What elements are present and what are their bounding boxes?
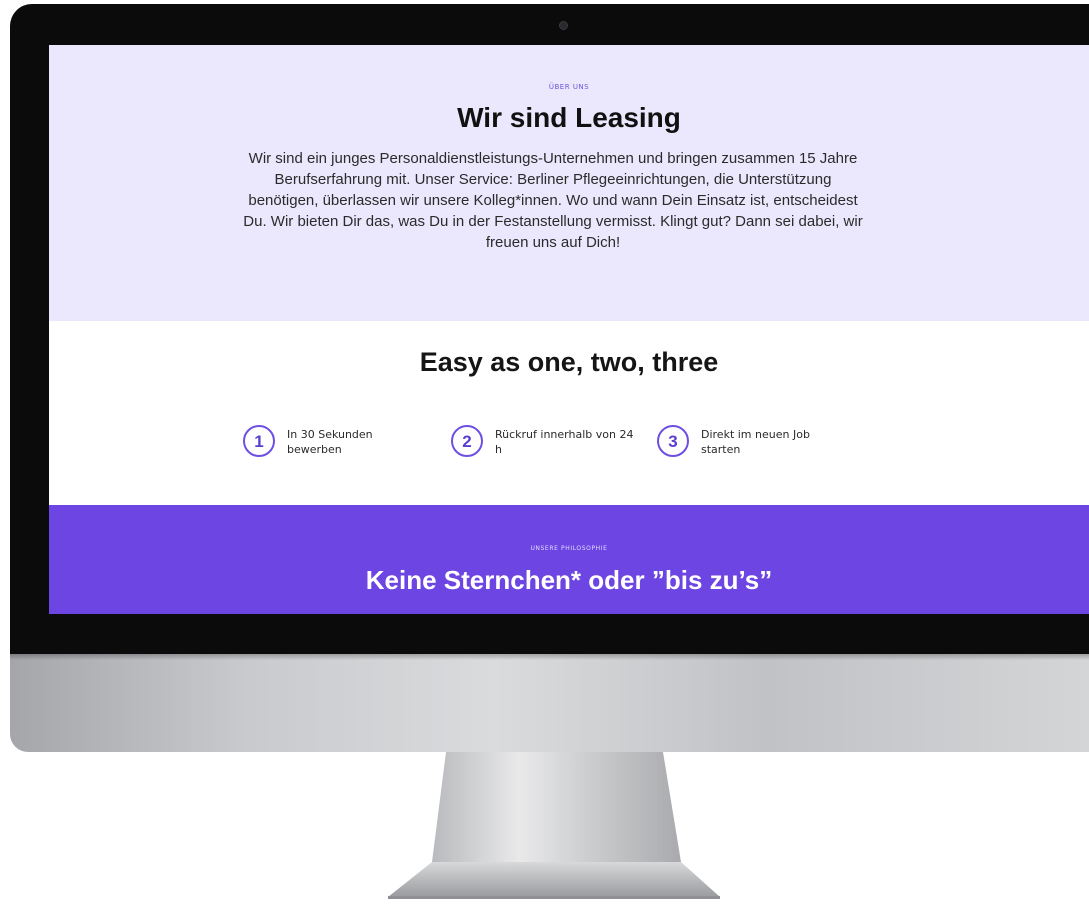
chin-shadow: [10, 654, 1089, 660]
step-label: In 30 Sekunden bewerben: [287, 428, 373, 456]
about-section: ÜBER UNS Wir sind Leasing Wir sind ein j…: [49, 45, 1089, 321]
philosophy-title: Keine Sternchen* oder ”bis zu’s”: [365, 565, 773, 595]
step-number-circle: 3: [657, 425, 689, 457]
step-label: Direkt im neuen Job starten: [701, 428, 810, 456]
website-screen: ÜBER UNS Wir sind Leasing Wir sind ein j…: [49, 45, 1089, 614]
camera-icon: [559, 21, 568, 30]
steps-title: Easy as one, two, three: [419, 347, 719, 377]
about-text: Wir sind ein junges Personaldienstleistu…: [243, 150, 863, 251]
step-number-circle: 2: [451, 425, 483, 457]
step-number-circle: 1: [243, 425, 275, 457]
philosophy-eyebrow: UNSERE PHILOSOPHIE: [530, 545, 608, 552]
about-eyebrow: ÜBER UNS: [548, 83, 590, 91]
philosophy-section: UNSERE PHILOSOPHIE Keine Sternchen* oder…: [49, 505, 1089, 614]
about-title: Wir sind Leasing: [457, 102, 681, 133]
step-label: Rückruf innerhalb von 24 h: [495, 428, 634, 456]
monitor-chin: [10, 654, 1089, 752]
steps-section: Easy as one, two, three 1 In 30 Sekunden…: [49, 321, 1089, 505]
